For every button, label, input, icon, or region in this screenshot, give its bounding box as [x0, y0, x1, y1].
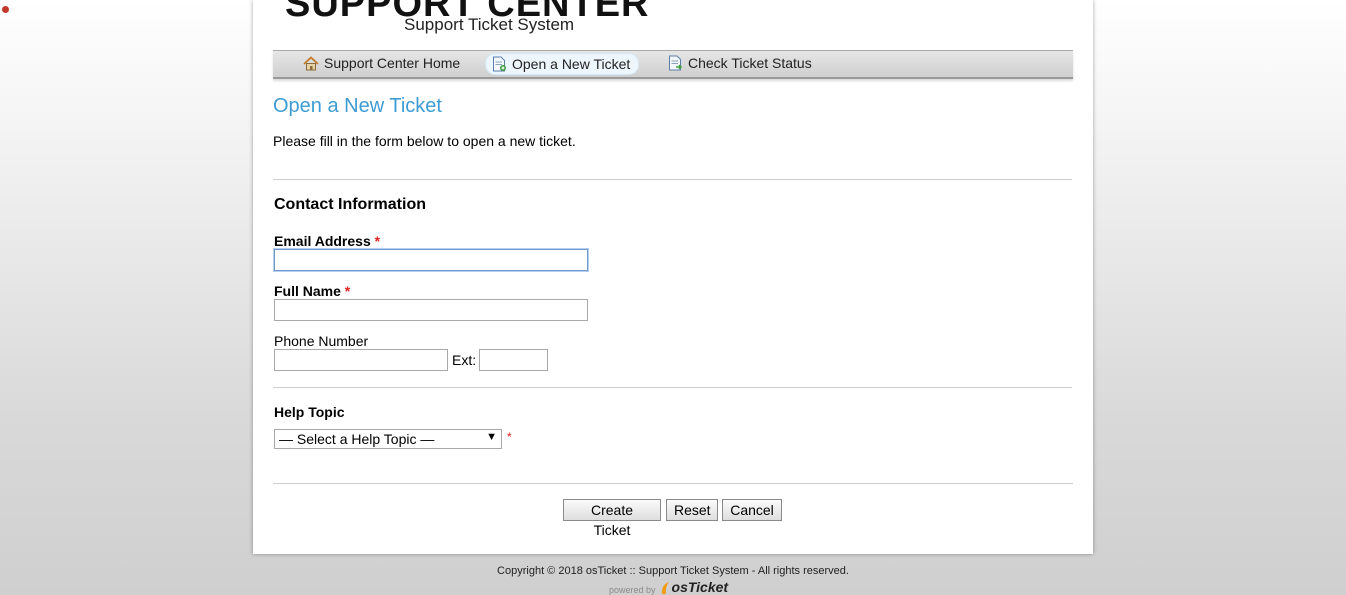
- help-topic-required-mark: *: [507, 430, 512, 444]
- help-topic-heading: Help Topic: [274, 404, 345, 420]
- nav-home[interactable]: Support Center Home: [297, 53, 468, 73]
- logo[interactable]: SUPPORT CENTER Support Ticket System: [285, 0, 648, 36]
- powered-by-text: powered by: [609, 585, 656, 595]
- email-label-text: Email Address: [274, 233, 371, 249]
- dropdown-arrow-icon: ▼: [486, 431, 497, 443]
- osticket-logo-icon: [661, 582, 669, 594]
- nav-open-ticket[interactable]: Open a New Ticket: [485, 53, 640, 75]
- footer-copyright: Copyright © 2018 osTicket :: Support Tic…: [497, 565, 849, 577]
- divider: [273, 387, 1072, 388]
- page-intro: Please fill in the form below to open a …: [273, 133, 576, 149]
- nav-check-status-label: Check Ticket Status: [688, 55, 812, 71]
- help-topic-select[interactable]: — Select a Help Topic — ▼: [274, 429, 502, 449]
- powered-by-logo[interactable]: powered by osTicket: [609, 578, 728, 595]
- navigation-bar: Support Center Home Open a New Ticket Ch…: [273, 50, 1073, 79]
- nav-check-status[interactable]: Check Ticket Status: [662, 53, 820, 73]
- help-topic-selected: — Select a Help Topic —: [279, 431, 435, 447]
- contact-section-heading: Contact Information: [274, 196, 426, 213]
- page-title: Open a New Ticket: [273, 95, 442, 117]
- ext-field[interactable]: [479, 349, 548, 371]
- email-required-mark: *: [374, 233, 381, 249]
- full-name-required-mark: *: [344, 283, 351, 299]
- nav-open-ticket-label: Open a New Ticket: [512, 56, 631, 72]
- email-field[interactable]: [274, 249, 588, 271]
- home-icon: [303, 55, 319, 70]
- full-name-label: Full Name *: [274, 283, 350, 299]
- full-name-label-text: Full Name: [274, 283, 341, 299]
- email-label: Email Address *: [274, 233, 380, 249]
- divider: [273, 483, 1073, 484]
- ticket-status-icon: [669, 55, 683, 71]
- reset-button[interactable]: Reset: [666, 499, 718, 521]
- phone-field[interactable]: [274, 349, 448, 371]
- ext-label: Ext:: [452, 352, 477, 368]
- logo-subtitle: Support Ticket System: [404, 15, 575, 34]
- full-name-field[interactable]: [274, 299, 588, 321]
- divider: [273, 179, 1072, 180]
- phone-label: Phone Number: [274, 333, 369, 349]
- status-dot: [2, 6, 9, 13]
- osticket-brand: osTicket: [671, 579, 729, 595]
- nav-home-label: Support Center Home: [324, 55, 461, 71]
- cancel-button[interactable]: Cancel: [722, 499, 782, 521]
- new-ticket-icon: [493, 56, 506, 72]
- create-ticket-button[interactable]: Create Ticket: [563, 499, 661, 538]
- main-container: SUPPORT CENTER Support Ticket System Sup…: [253, 0, 1093, 554]
